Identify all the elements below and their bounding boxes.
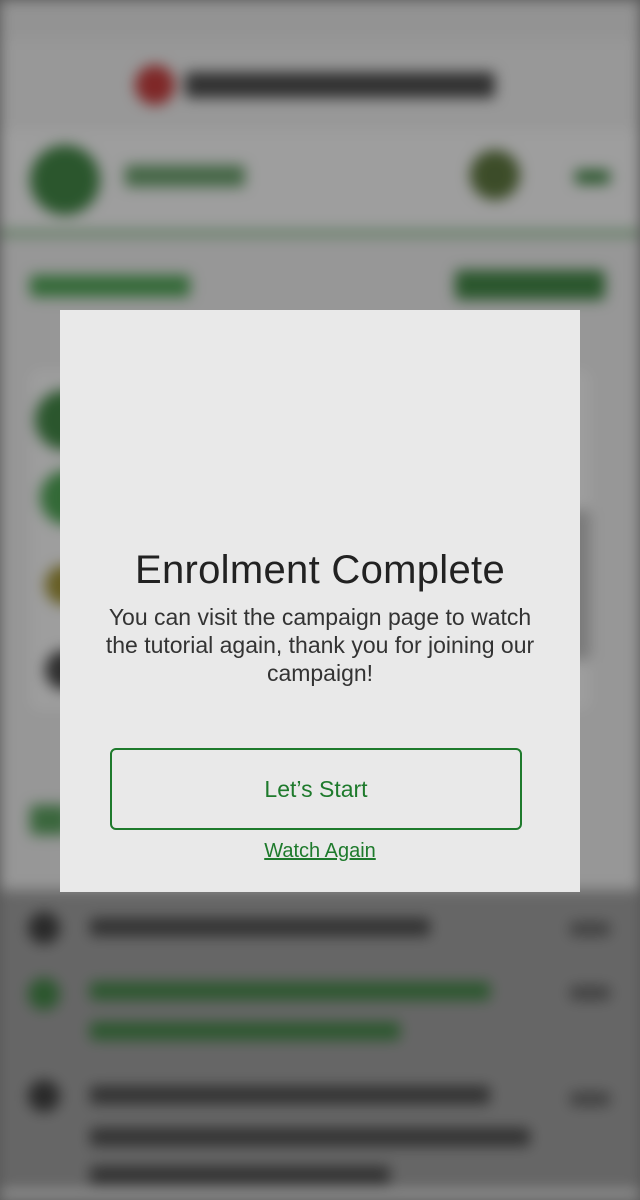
lets-start-button[interactable]: Let’s Start — [110, 748, 522, 830]
watch-again-link[interactable]: Watch Again — [60, 840, 580, 863]
dialog-title: Enrolment Complete — [134, 548, 505, 592]
success-illustration — [190, 365, 560, 515]
dialog-message: You can visit the campaign page to watch… — [105, 604, 535, 686]
enrolment-complete-dialog: Enrolment Complete You can visit the cam… — [60, 310, 580, 892]
